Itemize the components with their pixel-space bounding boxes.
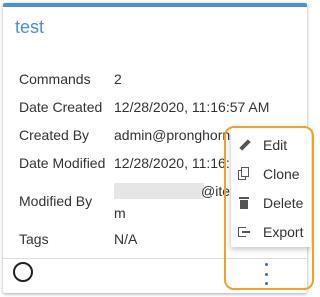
commands-label: Commands	[19, 71, 91, 87]
date-created-value: 12/28/2020, 11:16:57 AM	[114, 99, 270, 115]
tags-label: Tags	[19, 231, 49, 247]
menu-highlight-outline	[224, 126, 314, 290]
date-modified-label: Date Modified	[19, 155, 106, 171]
commands-value: 2	[114, 71, 122, 87]
tags-value: N/A	[114, 231, 138, 247]
modified-by-label: Modified By	[19, 193, 93, 209]
modified-by-value-line2: m	[114, 205, 126, 221]
card-title[interactable]: test	[15, 17, 44, 38]
date-created-label: Date Created	[19, 99, 103, 115]
created-by-value: admin@pronghorn	[114, 127, 231, 143]
created-by-label: Created By	[19, 127, 90, 143]
circle-outline-icon[interactable]	[13, 262, 33, 282]
redacted-block	[114, 183, 204, 199]
date-modified-value: 12/28/2020, 11:16:	[114, 155, 230, 171]
